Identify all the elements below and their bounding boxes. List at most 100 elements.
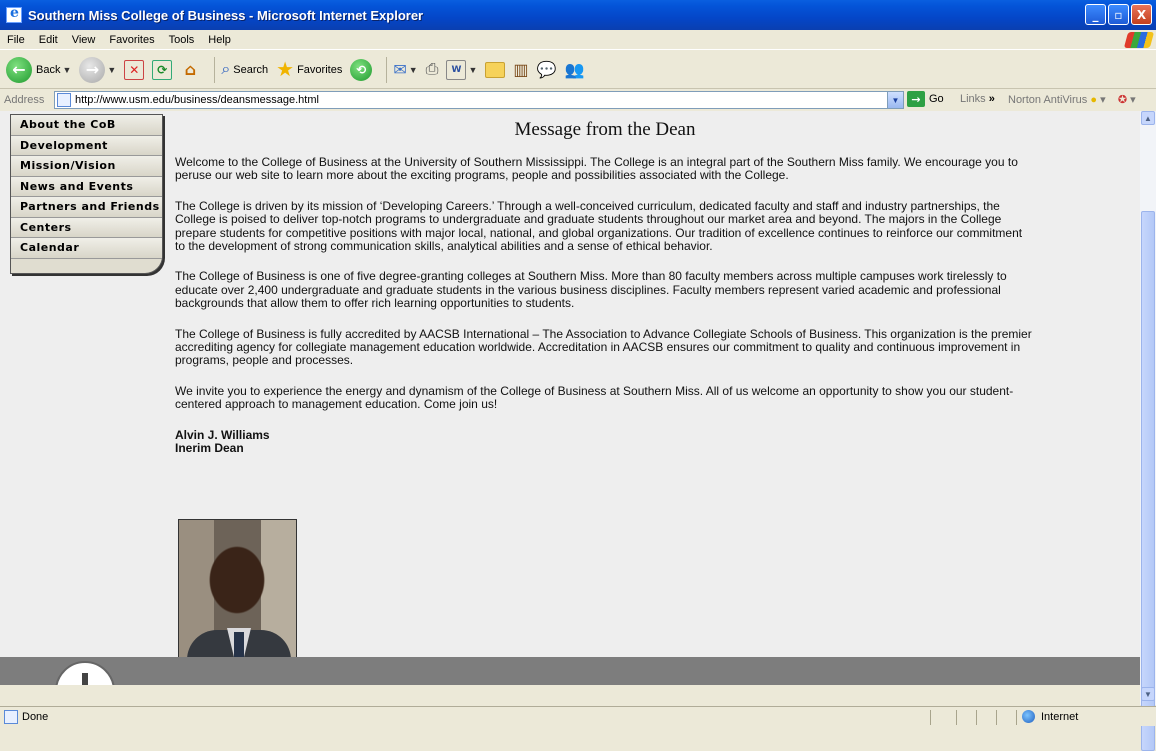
- norton-icon: ●: [1090, 94, 1098, 106]
- back-label: Back: [36, 63, 61, 76]
- refresh-icon: ⟳: [152, 59, 173, 80]
- links-label: Links: [960, 93, 986, 105]
- title-bar: Southern Miss College of Business - Micr…: [0, 0, 1156, 30]
- translate-icon[interactable]: ✪: [1118, 94, 1127, 106]
- page-viewport: About the CoB Development Mission/Vision…: [0, 111, 1140, 685]
- status-divider: [1016, 710, 1017, 725]
- paragraph-faculty: The College of Business is one of five d…: [175, 269, 1007, 311]
- menu-edit[interactable]: Edit: [32, 34, 65, 46]
- nav-item-partners-friends[interactable]: Partners and Friends: [11, 197, 162, 218]
- nav-item-development[interactable]: Development: [11, 135, 162, 156]
- paragraph-accreditation: The College of Business is fully accredi…: [175, 326, 1032, 368]
- favorites-star-icon: ★: [276, 59, 295, 81]
- search-icon: ⌕: [221, 60, 231, 78]
- links-toolbar[interactable]: Links »: [960, 93, 995, 105]
- address-bar: Address http://www.usm.edu/business/dean…: [0, 90, 1156, 110]
- favorites-label: Favorites: [297, 63, 343, 76]
- research-icon: ▥: [513, 61, 529, 79]
- address-url[interactable]: http://www.usm.edu/business/deansmessage…: [75, 94, 319, 106]
- print-icon: ⎙: [425, 60, 439, 78]
- history-button[interactable]: ⟲: [350, 58, 373, 81]
- menu-favorites[interactable]: Favorites: [102, 34, 161, 46]
- security-zone: Internet: [1022, 710, 1078, 723]
- history-icon: ⟲: [350, 58, 373, 81]
- page-icon: [57, 93, 71, 107]
- window-title: Southern Miss College of Business - Micr…: [28, 7, 424, 23]
- messenger-icon: 👥: [564, 61, 585, 79]
- menu-tools[interactable]: Tools: [162, 34, 202, 46]
- menu-bar: File Edit View Favorites Tools Help: [0, 30, 1156, 50]
- standard-toolbar: ← Back ▼ → ▼ ✕ ⟳ ⌂ ⌕ Search ★ Favorites …: [0, 51, 1156, 89]
- status-divider: [976, 710, 977, 725]
- toolbar-separator: [386, 56, 388, 83]
- status-bar: Done Internet: [0, 706, 1156, 726]
- minimize-button[interactable]: _: [1085, 4, 1106, 25]
- paragraph-welcome: Welcome to the College of Business at th…: [175, 155, 1018, 183]
- go-arrow-icon: →: [907, 91, 925, 107]
- refresh-button[interactable]: ⟳: [152, 59, 173, 80]
- research-button[interactable]: ▥: [513, 60, 528, 80]
- scroll-up-icon[interactable]: ▲: [1141, 111, 1155, 125]
- stop-button[interactable]: ✕: [124, 59, 145, 80]
- forward-button[interactable]: → ▼: [79, 56, 116, 83]
- scroll-down-icon[interactable]: ▼: [1141, 687, 1155, 701]
- folder-button[interactable]: [485, 61, 506, 78]
- chevron-right-icon: »: [988, 93, 995, 105]
- internet-globe-icon: [1022, 710, 1035, 723]
- nav-item-news-events[interactable]: News and Events: [11, 176, 162, 197]
- main-content: Message from the Dean Welcome to the Col…: [175, 111, 1035, 456]
- search-label: Search: [233, 63, 269, 76]
- menu-help[interactable]: Help: [201, 34, 238, 46]
- toolbar-separator: [214, 56, 216, 83]
- home-button[interactable]: ⌂: [180, 60, 200, 80]
- edit-dropdown-icon[interactable]: ▼: [468, 65, 477, 75]
- forward-arrow-icon: →: [79, 56, 106, 83]
- zone-label: Internet: [1041, 710, 1079, 723]
- messenger-button[interactable]: 👥: [564, 60, 584, 80]
- discuss-bubble-icon: 💬: [536, 61, 557, 79]
- address-input[interactable]: http://www.usm.edu/business/deansmessage…: [54, 91, 904, 109]
- status-divider: [930, 710, 931, 725]
- vertical-scrollbar[interactable]: ▲ ▼: [1140, 111, 1156, 751]
- folder-icon: [485, 61, 506, 78]
- page-title: Message from the Dean: [514, 119, 696, 140]
- word-edit-icon: W: [446, 59, 467, 80]
- home-icon: ⌂: [184, 60, 197, 79]
- page-done-icon: [4, 709, 18, 724]
- go-label: Go: [929, 93, 944, 105]
- address-dropdown-icon[interactable]: ▼: [887, 92, 903, 108]
- left-navigation: About the CoB Development Mission/Vision…: [10, 114, 163, 274]
- menu-view[interactable]: View: [65, 34, 103, 46]
- go-button[interactable]: → Go: [907, 91, 944, 107]
- menu-file[interactable]: File: [0, 34, 32, 46]
- print-button[interactable]: ⎙: [426, 61, 439, 79]
- discuss-button[interactable]: 💬: [537, 60, 557, 80]
- nav-item-centers[interactable]: Centers: [11, 217, 162, 238]
- status-divider: [956, 710, 957, 725]
- search-button[interactable]: ⌕ Search: [221, 61, 268, 79]
- back-button[interactable]: ← Back ▼: [6, 56, 71, 83]
- window-controls: _ ▫ X: [1085, 4, 1152, 25]
- forward-dropdown-icon[interactable]: ▼: [107, 65, 116, 75]
- scroll-thumb[interactable]: [1141, 211, 1155, 751]
- maximize-button[interactable]: ▫: [1108, 4, 1129, 25]
- paragraph-mission: The College is driven by its mission of …: [175, 198, 1023, 254]
- university-seal-icon: [55, 661, 115, 685]
- signature: Alvin J. Williams Inerim Dean: [175, 427, 1035, 456]
- footer-bar: [0, 657, 1140, 685]
- signature-name: Alvin J. Williams: [175, 427, 270, 442]
- nav-item-about[interactable]: About the CoB: [11, 115, 162, 136]
- stop-icon: ✕: [124, 59, 145, 80]
- nav-item-calendar[interactable]: Calendar: [11, 238, 162, 259]
- edit-button[interactable]: W ▼: [446, 59, 477, 80]
- nav-item-mission-vision[interactable]: Mission/Vision: [11, 156, 162, 177]
- mail-button[interactable]: ✉ ▼: [393, 60, 417, 80]
- status-text: Done: [22, 710, 49, 723]
- back-dropdown-icon[interactable]: ▼: [62, 65, 71, 75]
- norton-antivirus-toolbar[interactable]: Norton AntiVirus ● ▾ ✪ ▾: [1008, 93, 1136, 106]
- favorites-button[interactable]: ★ Favorites: [276, 57, 342, 82]
- ie-icon: [6, 5, 22, 23]
- close-button[interactable]: X: [1131, 4, 1152, 25]
- mail-dropdown-icon[interactable]: ▼: [409, 65, 418, 75]
- paragraph-invitation: We invite you to experience the energy a…: [175, 383, 1014, 412]
